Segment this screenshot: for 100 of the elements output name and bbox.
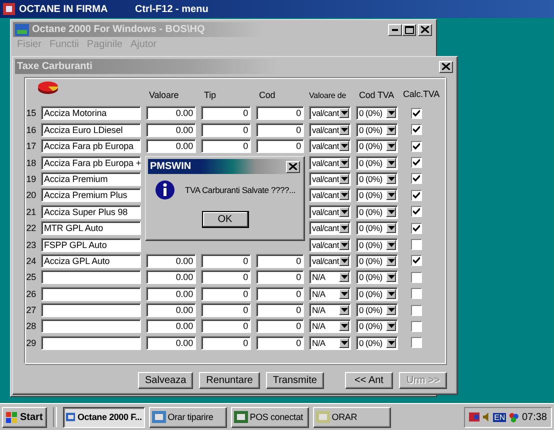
input-field[interactable]: 0.00: [146, 286, 196, 301]
input-field[interactable]: 0.00: [146, 106, 196, 120]
dropdown[interactable]: N/A: [309, 336, 351, 350]
dropdown[interactable]: 0 (0%): [356, 122, 398, 137]
checkbox[interactable]: [411, 272, 422, 283]
dropdown[interactable]: 0 (0%): [356, 139, 398, 154]
input-field[interactable]: 0: [256, 106, 304, 120]
nav-button[interactable]: << Ant: [345, 372, 393, 389]
input-field[interactable]: 0: [201, 122, 251, 137]
action-button[interactable]: Salveaza: [138, 372, 194, 389]
dropdown[interactable]: val/cant: [309, 188, 351, 202]
dropdown[interactable]: val/cant: [309, 238, 351, 252]
dropdown[interactable]: val/cant: [309, 204, 351, 219]
input-field[interactable]: 0: [256, 319, 304, 334]
input-field[interactable]: 0: [201, 303, 251, 318]
checkbox[interactable]: [411, 304, 422, 316]
taskbar-button[interactable]: Orar tiparire: [148, 406, 227, 428]
dropdown[interactable]: 0 (0%): [356, 221, 398, 236]
input-field[interactable]: 0: [201, 106, 251, 120]
taskbar-button[interactable]: Octane 2000 F...: [62, 406, 145, 428]
input-field[interactable]: MTR GPL Auto: [41, 221, 141, 236]
input-field[interactable]: 0: [256, 254, 304, 268]
dropdown[interactable]: 0 (0%): [356, 336, 398, 350]
input-field[interactable]: 0: [256, 139, 304, 154]
dropdown[interactable]: 0 (0%): [356, 156, 398, 170]
input-field[interactable]: Acciza Euro LDiesel: [41, 122, 141, 137]
input-field[interactable]: 0.00: [146, 254, 196, 268]
taskbar-button[interactable]: POS conectat: [230, 406, 309, 428]
input-field[interactable]: FSPP GPL Auto: [41, 238, 141, 252]
checkbox[interactable]: [411, 190, 422, 201]
input-field[interactable]: Acciza Fara pb Europa: [41, 139, 141, 154]
input-field[interactable]: [41, 303, 141, 318]
dropdown[interactable]: 0 (0%): [356, 188, 398, 202]
input-field[interactable]: 0: [256, 270, 304, 284]
checkbox[interactable]: [411, 255, 422, 266]
input-field[interactable]: 0.00: [146, 139, 196, 154]
checkbox[interactable]: [411, 320, 422, 332]
dropdown[interactable]: val/cant: [309, 106, 351, 120]
input-field[interactable]: 0: [201, 254, 251, 268]
start-button[interactable]: Start: [2, 406, 47, 428]
dropdown[interactable]: 0 (0%): [356, 254, 398, 268]
input-field[interactable]: Acciza Premium Plus: [41, 188, 141, 202]
dropdown[interactable]: val/cant: [309, 156, 351, 170]
input-field[interactable]: Acciza Super Plus 98: [41, 204, 141, 219]
row-number: 16: [25, 124, 36, 135]
input-field[interactable]: Acciza Motorina: [41, 106, 141, 120]
close-button[interactable]: [286, 160, 300, 172]
dropdown[interactable]: 0 (0%): [356, 303, 398, 318]
dropdown[interactable]: 0 (0%): [356, 270, 398, 284]
checkbox[interactable]: [411, 108, 422, 119]
input-field[interactable]: 0: [256, 286, 304, 301]
input-field[interactable]: 0.00: [146, 122, 196, 137]
dropdown[interactable]: 0 (0%): [356, 172, 398, 186]
input-field[interactable]: 0: [256, 303, 304, 318]
input-field[interactable]: [41, 336, 141, 350]
input-field[interactable]: 0.00: [146, 319, 196, 334]
checkbox[interactable]: [411, 222, 422, 234]
input-field[interactable]: 0: [201, 336, 251, 350]
taskbar-button[interactable]: ORAR: [312, 406, 391, 428]
language-indicator[interactable]: EN: [493, 412, 506, 422]
input-field[interactable]: 0: [201, 319, 251, 334]
checkbox[interactable]: [411, 239, 422, 250]
dropdown[interactable]: N/A: [309, 286, 351, 301]
checkbox[interactable]: [411, 124, 422, 136]
input-field[interactable]: [41, 319, 141, 334]
checkbox[interactable]: [411, 173, 422, 184]
action-button[interactable]: Renuntare: [199, 372, 260, 389]
checkbox[interactable]: [411, 337, 422, 348]
input-field[interactable]: 0: [201, 286, 251, 301]
input-field[interactable]: 0: [256, 122, 304, 137]
checkbox[interactable]: [411, 206, 422, 218]
dropdown[interactable]: N/A: [309, 319, 351, 334]
dropdown[interactable]: val/cant: [309, 221, 351, 236]
dropdown[interactable]: 0 (0%): [356, 106, 398, 120]
input-field[interactable]: Acciza Fara pb Europa +: [41, 156, 141, 170]
dropdown[interactable]: val/cant: [309, 254, 351, 268]
action-button[interactable]: Transmite: [266, 372, 324, 389]
ok-button[interactable]: OK: [202, 211, 248, 228]
dropdown[interactable]: val/cant: [309, 172, 351, 186]
checkbox[interactable]: [411, 157, 422, 168]
input-field[interactable]: 0: [256, 336, 304, 350]
dropdown[interactable]: val/cant: [309, 139, 351, 154]
dropdown[interactable]: N/A: [309, 270, 351, 284]
dropdown[interactable]: 0 (0%): [356, 286, 398, 301]
checkbox[interactable]: [411, 288, 422, 300]
input-field[interactable]: 0.00: [146, 336, 196, 350]
input-field[interactable]: Acciza GPL Auto: [41, 254, 141, 268]
dropdown[interactable]: val/cant: [309, 122, 351, 137]
input-field[interactable]: 0: [201, 270, 251, 284]
input-field[interactable]: [41, 286, 141, 301]
input-field[interactable]: 0.00: [146, 270, 196, 284]
dropdown[interactable]: 0 (0%): [356, 319, 398, 334]
input-field[interactable]: [41, 270, 141, 284]
input-field[interactable]: 0: [201, 139, 251, 154]
dropdown[interactable]: N/A: [309, 303, 351, 318]
dropdown[interactable]: 0 (0%): [356, 238, 398, 252]
input-field[interactable]: 0.00: [146, 303, 196, 318]
dropdown[interactable]: 0 (0%): [356, 204, 398, 219]
input-field[interactable]: Acciza Premium: [41, 172, 141, 186]
checkbox[interactable]: [411, 140, 422, 152]
